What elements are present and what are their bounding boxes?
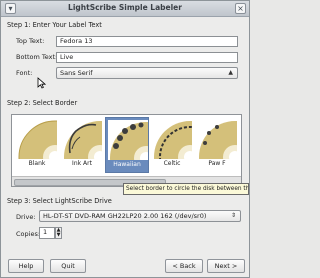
blank-disc-image bbox=[17, 119, 57, 159]
border-option-paw[interactable]: Paw F bbox=[195, 117, 239, 173]
border-label-paw: Paw F bbox=[208, 160, 226, 167]
paw-disc-image bbox=[197, 119, 237, 159]
font-label: Font: bbox=[16, 69, 33, 77]
help-button[interactable]: Help bbox=[8, 259, 44, 273]
next-button[interactable]: Next > bbox=[207, 259, 245, 273]
title-bar[interactable]: ▾ LightScribe Simple Labeler × bbox=[1, 1, 249, 17]
border-label-hawaiian: Hawaiian bbox=[113, 161, 141, 168]
back-button[interactable]: < Back bbox=[165, 259, 203, 273]
copies-spin-button[interactable]: ▲ ▼ bbox=[55, 227, 62, 239]
quit-button-label: Quit bbox=[61, 262, 75, 270]
close-icon: × bbox=[237, 4, 244, 13]
ink-art-disc-image bbox=[62, 119, 102, 159]
window-title: LightScribe Simple Labeler bbox=[68, 3, 182, 12]
border-option-hawaiian[interactable]: Hawaiian bbox=[105, 117, 149, 173]
labeler-window: ▾ LightScribe Simple Labeler × Step 1: E… bbox=[0, 0, 250, 278]
border-label-ink-art: Ink Art bbox=[72, 160, 92, 167]
step2-title: Step 2: Select Border bbox=[7, 99, 78, 107]
border-gallery[interactable]: Blank Ink Art Hawaiian Celtic Paw F bbox=[11, 114, 242, 187]
border-label-blank: Blank bbox=[28, 160, 46, 167]
border-label-celtic: Celtic bbox=[163, 160, 181, 167]
top-text-input[interactable]: Fedora 13 bbox=[56, 36, 238, 47]
step1-title: Step 1: Enter Your Label Text bbox=[7, 21, 102, 29]
drive-label: Drive: bbox=[16, 213, 36, 221]
top-text-label: Top Text: bbox=[16, 37, 45, 45]
border-tooltip: Select border to circle the disk between… bbox=[123, 183, 249, 195]
font-select-value: Sans Serif bbox=[60, 69, 93, 77]
back-button-label: < Back bbox=[172, 262, 196, 270]
bottom-text-label: Bottom Text: bbox=[16, 53, 58, 61]
dropdown-arrow-icon: ▲ bbox=[228, 69, 233, 76]
drive-select-value: HL-DT-ST DVD-RAM GH22LP20 2.00 162 (/dev… bbox=[43, 212, 207, 220]
quit-button[interactable]: Quit bbox=[50, 259, 86, 273]
border-option-blank[interactable]: Blank bbox=[15, 117, 59, 173]
next-button-label: Next > bbox=[214, 262, 238, 270]
spin-down-icon: ▼ bbox=[56, 232, 61, 238]
drive-dropdown-icon: ⇕ bbox=[230, 212, 236, 219]
drive-select[interactable]: HL-DT-ST DVD-RAM GH22LP20 2.00 162 (/dev… bbox=[39, 210, 241, 222]
celtic-disc-image bbox=[152, 119, 192, 159]
bottom-text-input[interactable]: Live bbox=[56, 52, 238, 63]
hawaiian-disc-image bbox=[108, 120, 148, 160]
border-option-ink-art[interactable]: Ink Art bbox=[60, 117, 104, 173]
copies-label: Copies: bbox=[16, 230, 41, 238]
help-button-label: Help bbox=[18, 262, 34, 270]
mouse-pointer-icon bbox=[37, 77, 46, 89]
close-button[interactable]: × bbox=[235, 3, 246, 14]
font-select[interactable]: Sans Serif ▲ bbox=[56, 67, 238, 79]
border-option-celtic[interactable]: Celtic bbox=[150, 117, 194, 173]
step3-title: Step 3: Select LightScribe Drive bbox=[7, 197, 112, 205]
copies-input[interactable]: 1 bbox=[39, 227, 55, 239]
